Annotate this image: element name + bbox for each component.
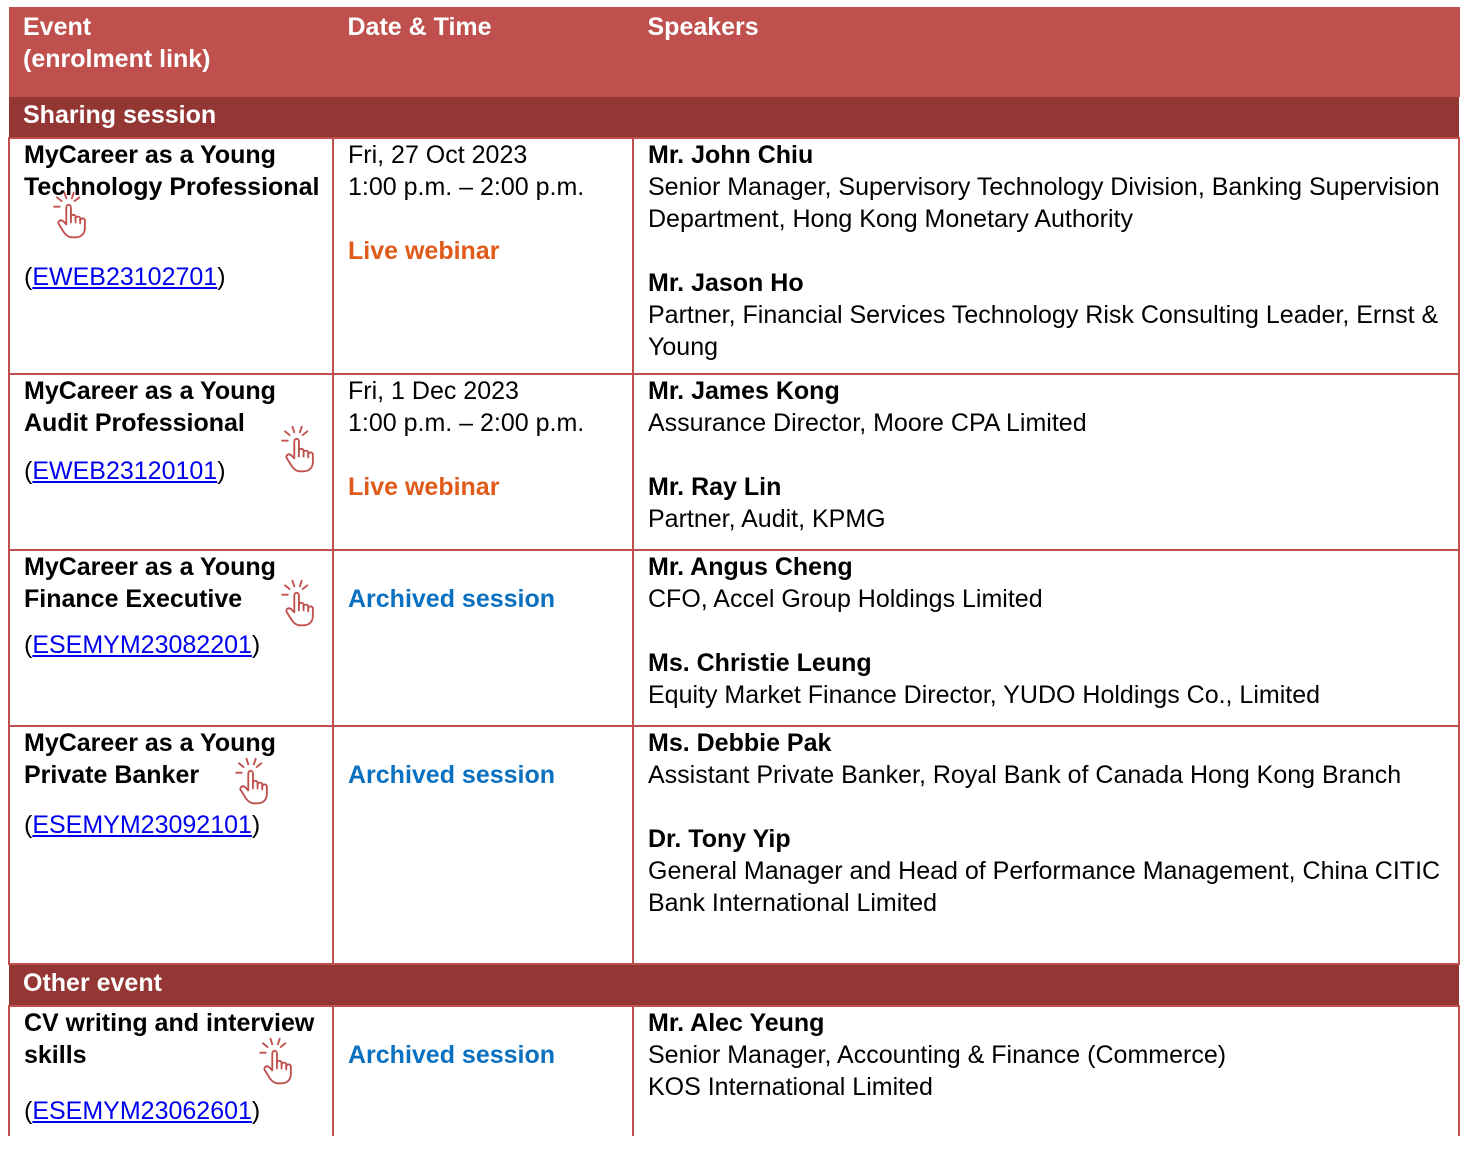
table-header-row: Event (enrolment link) Date & Time Speak… (9, 7, 1460, 96)
speaker-role: Partner, Audit, KPMG (648, 505, 886, 533)
datetime-cell: Fri, 27 Oct 2023 1:00 p.m. – 2:00 p.m. L… (333, 138, 634, 375)
event-mode: Live webinar (348, 473, 500, 501)
enrolment-link: (EWEB23120101) (24, 425, 320, 487)
event-title: CV writing and interview skills (24, 1007, 320, 1085)
event-mode: Live webinar (348, 237, 500, 265)
speakers-cell: Mr. Angus Cheng CFO, Accel Group Holding… (633, 550, 1460, 727)
speaker-name: Mr. John Chiu (648, 141, 814, 169)
event-cell: MyCareer as a Young Technology Professio… (8, 138, 334, 375)
header-speakers: Speakers (633, 7, 1460, 96)
table-row: MyCareer as a Young Finance Executive (E… (8, 550, 1460, 727)
speaker-role: Assistant Private Banker, Royal Bank of … (648, 761, 1402, 789)
event-mode: Archived session (348, 1041, 556, 1069)
enrolment-link: (ESEMYM23092101) (24, 811, 261, 839)
event-cell: MyCareer as a Young Finance Executive (E… (8, 550, 334, 727)
speaker-name: Ms. Debbie Pak (648, 729, 832, 757)
enrolment-link-code[interactable]: EWEB23120101 (32, 457, 217, 485)
speaker-name: Ms. Christie Leung (648, 649, 872, 677)
speaker-role: Equity Market Finance Director, YUDO Hol… (648, 681, 1321, 709)
speakers-cell: Mr. Alec Yeung Senior Manager, Accountin… (633, 1006, 1460, 1136)
section-title: Other event (9, 963, 1459, 1007)
table-row: MyCareer as a Young Audit Professional (… (8, 374, 1460, 551)
header-event-label: Event (23, 13, 92, 41)
speaker-role: Partner, Financial Services Technology R… (648, 301, 1439, 361)
enrolment-link: (ESEMYM23082201) (24, 631, 261, 659)
table-row: MyCareer as a Young Private Banker (ESEM… (8, 726, 1460, 965)
speaker-name: Mr. Alec Yeung (648, 1009, 825, 1037)
event-date: Fri, 27 Oct 2023 (348, 141, 528, 169)
section-row-sharing: Sharing session (9, 95, 1459, 139)
speaker-role: CFO, Accel Group Holdings Limited (648, 585, 1043, 613)
speaker-name: Dr. Tony Yip (648, 825, 791, 853)
datetime-cell: Fri, 1 Dec 2023 1:00 p.m. – 2:00 p.m. Li… (333, 374, 634, 551)
event-date: Fri, 1 Dec 2023 (348, 377, 519, 405)
speakers-cell: Mr. James Kong Assurance Director, Moore… (633, 374, 1460, 551)
hand-pointer-click-icon (53, 191, 86, 239)
speaker-role: Assurance Director, Moore CPA Limited (648, 409, 1087, 437)
event-cell: MyCareer as a Young Private Banker (ESEM… (8, 726, 334, 965)
header-datetime: Date & Time (333, 7, 634, 96)
event-mode: Archived session (348, 761, 556, 789)
speaker-role: General Manager and Head of Performance … (648, 857, 1441, 917)
event-time: 1:00 p.m. – 2:00 p.m. (348, 409, 585, 437)
datetime-cell: Archived session (333, 726, 634, 965)
event-title: MyCareer as a Young Private Banker (24, 727, 320, 805)
header-event: Event (enrolment link) (9, 7, 334, 96)
speaker-name: Mr. James Kong (648, 377, 840, 405)
speaker-name: Mr. Angus Cheng (648, 553, 853, 581)
table-row: CV writing and interview skills (ESEMYM2… (8, 1006, 1460, 1136)
section-title: Sharing session (9, 95, 1459, 139)
event-title: MyCareer as a Young Technology Professio… (24, 139, 320, 241)
table-row: MyCareer as a Young Technology Professio… (8, 138, 1460, 375)
enrolment-link-code[interactable]: ESEMYM23092101 (32, 811, 252, 839)
section-row-other: Other event (9, 963, 1459, 1007)
speaker-role: Senior Manager, Supervisory Technology D… (648, 173, 1440, 233)
datetime-cell: Archived session (333, 1006, 634, 1136)
speaker-organisation: KOS International Limited (648, 1073, 933, 1101)
speakers-cell: Ms. Debbie Pak Assistant Private Banker,… (633, 726, 1460, 965)
hand-pointer-click-icon (281, 425, 314, 473)
hand-pointer-click-icon (235, 757, 268, 805)
hand-pointer-click-icon (259, 1037, 292, 1085)
enrolment-link: (ESEMYM23062601) (24, 1097, 261, 1125)
speaker-name: Mr. Jason Ho (648, 269, 804, 297)
enrolment-link: (EWEB23102701) (24, 263, 226, 291)
event-cell: CV writing and interview skills (ESEMYM2… (8, 1006, 334, 1136)
speaker-name: Mr. Ray Lin (648, 473, 782, 501)
header-enrolment-link-label: (enrolment link) (23, 45, 211, 73)
speakers-cell: Mr. John Chiu Senior Manager, Supervisor… (633, 138, 1460, 375)
enrolment-link-code[interactable]: ESEMYM23082201 (32, 631, 252, 659)
enrolment-link-code[interactable]: EWEB23102701 (32, 263, 217, 291)
speaker-role: Senior Manager, Accounting & Finance (Co… (648, 1041, 1227, 1069)
event-cell: MyCareer as a Young Audit Professional (… (8, 374, 334, 551)
enrolment-link-code[interactable]: ESEMYM23062601 (32, 1097, 252, 1125)
event-title: MyCareer as a Young Finance Executive (24, 551, 320, 627)
event-mode: Archived session (348, 585, 556, 613)
datetime-cell: Archived session (333, 550, 634, 727)
event-time: 1:00 p.m. – 2:00 p.m. (348, 173, 585, 201)
hand-pointer-click-icon (281, 579, 314, 627)
events-table: Event (enrolment link) Date & Time Speak… (8, 7, 1460, 1136)
